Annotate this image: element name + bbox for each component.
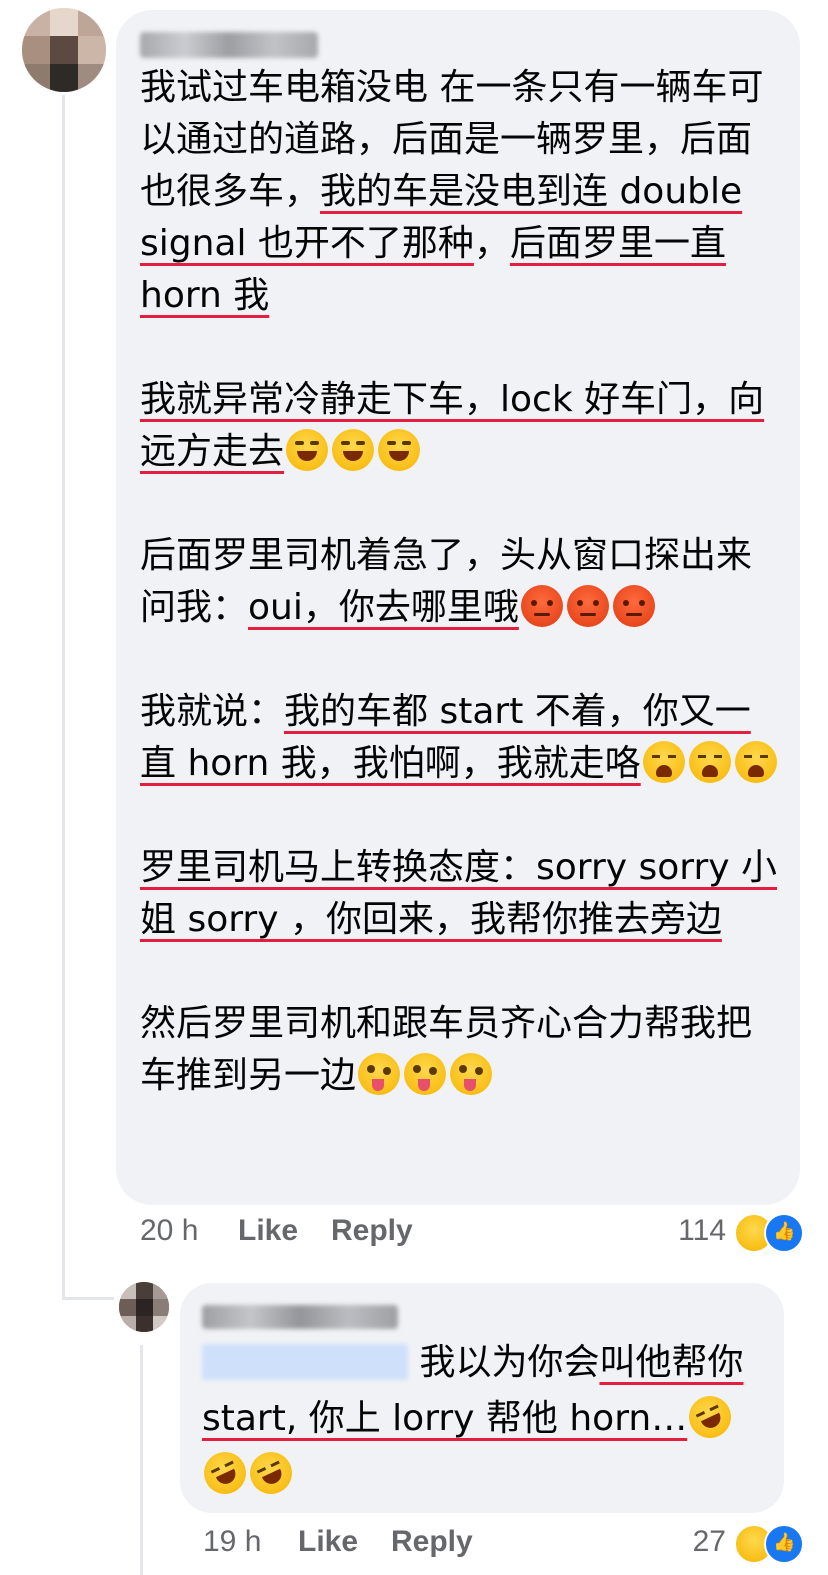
- paragraph-text-underlined: 我就异常冷静走下车，lock 好车门，向远方走去: [140, 379, 765, 472]
- thread-connector: [62, 1297, 114, 1300]
- commenter-avatar[interactable]: [22, 8, 106, 92]
- rofl-emoji-icon: [197, 1445, 253, 1501]
- rofl-emoji-icon: [682, 1389, 739, 1445]
- comment-paragraph: 然后罗里司机和跟车员齐心合力帮我把车推到另一边: [140, 998, 780, 1102]
- replier-name-redacted[interactable]: [202, 1305, 398, 1329]
- reply-reply-button[interactable]: Reply: [391, 1525, 473, 1559]
- comment-paragraph: 我就说：我的车都 start 不着，你又一直 horn 我，我怕啊，我就走咯: [140, 686, 780, 790]
- reply-timestamp[interactable]: 19 h: [203, 1525, 261, 1559]
- paragraph-text: 我就说：: [140, 691, 285, 732]
- reply-reaction-count[interactable]: 27: [676, 1525, 726, 1559]
- paragraph-text-underlined: 罗里司机马上转换态度：sorry sorry 小姐 sorry ，你回来，我帮你…: [140, 847, 777, 940]
- reply-like-button[interactable]: Like: [298, 1525, 358, 1559]
- weary-emoji-icon: [734, 741, 777, 783]
- comment-bubble: 我试过车电箱没电 在一条只有一辆车可以通过的道路，后面是一辆罗里，后面也很多车，…: [116, 10, 800, 1205]
- like-button[interactable]: Like: [238, 1214, 298, 1248]
- laugh-emoji-icon: [378, 429, 421, 471]
- paragraph-text-underlined: oui，你去哪里哦: [248, 587, 519, 628]
- rofl-emoji-icon: [243, 1445, 299, 1501]
- comment-paragraph: 我试过车电箱没电 在一条只有一辆车可以通过的道路，后面是一辆罗里，后面也很多车，…: [140, 62, 780, 322]
- paragraph-text: 然后罗里司机和跟车员齐心合力帮我把车推到另一边: [140, 1003, 753, 1096]
- like-icon[interactable]: [764, 1213, 804, 1253]
- reply-bubble: 我以为你会叫他帮你 start, 你上 lorry 帮他 horn…: [180, 1283, 784, 1513]
- zany-emoji-icon: [358, 1053, 401, 1095]
- like-icon[interactable]: [764, 1524, 804, 1564]
- thread-line: [62, 95, 65, 1300]
- zany-emoji-icon: [404, 1053, 447, 1095]
- replier-avatar[interactable]: [119, 1282, 169, 1332]
- reply-button[interactable]: Reply: [331, 1214, 413, 1248]
- comment-timestamp[interactable]: 20 h: [140, 1214, 198, 1248]
- reply-body: 我以为你会叫他帮你 start, 你上 lorry 帮他 horn…: [197, 1335, 772, 1503]
- laugh-emoji-icon: [332, 429, 375, 471]
- laugh-emoji-icon: [286, 429, 329, 471]
- reply-text-plain: 我以为你会: [419, 1342, 600, 1383]
- commenter-name-redacted[interactable]: [140, 32, 318, 58]
- angry-emoji-icon: [566, 585, 609, 627]
- paragraph-text: ，: [473, 223, 510, 264]
- angry-emoji-icon: [612, 585, 655, 627]
- comment-paragraph: 后面罗里司机着急了，头从窗口探出来问我：oui，你去哪里哦: [140, 530, 780, 634]
- reaction-count[interactable]: 114: [660, 1214, 726, 1248]
- weary-emoji-icon: [688, 741, 731, 783]
- comment-body: 我试过车电箱没电 在一条只有一辆车可以通过的道路，后面是一辆罗里，后面也很多车，…: [140, 62, 780, 1102]
- angry-emoji-icon: [520, 585, 563, 627]
- weary-emoji-icon: [642, 741, 685, 783]
- zany-emoji-icon: [450, 1053, 493, 1095]
- comment-paragraph: 罗里司机马上转换态度：sorry sorry 小姐 sorry ，你回来，我帮你…: [140, 842, 780, 946]
- mention-tag-redacted[interactable]: [202, 1344, 408, 1380]
- reply-thread-line: [140, 1345, 143, 1575]
- comment-paragraph: 我就异常冷静走下车，lock 好车门，向远方走去: [140, 374, 780, 478]
